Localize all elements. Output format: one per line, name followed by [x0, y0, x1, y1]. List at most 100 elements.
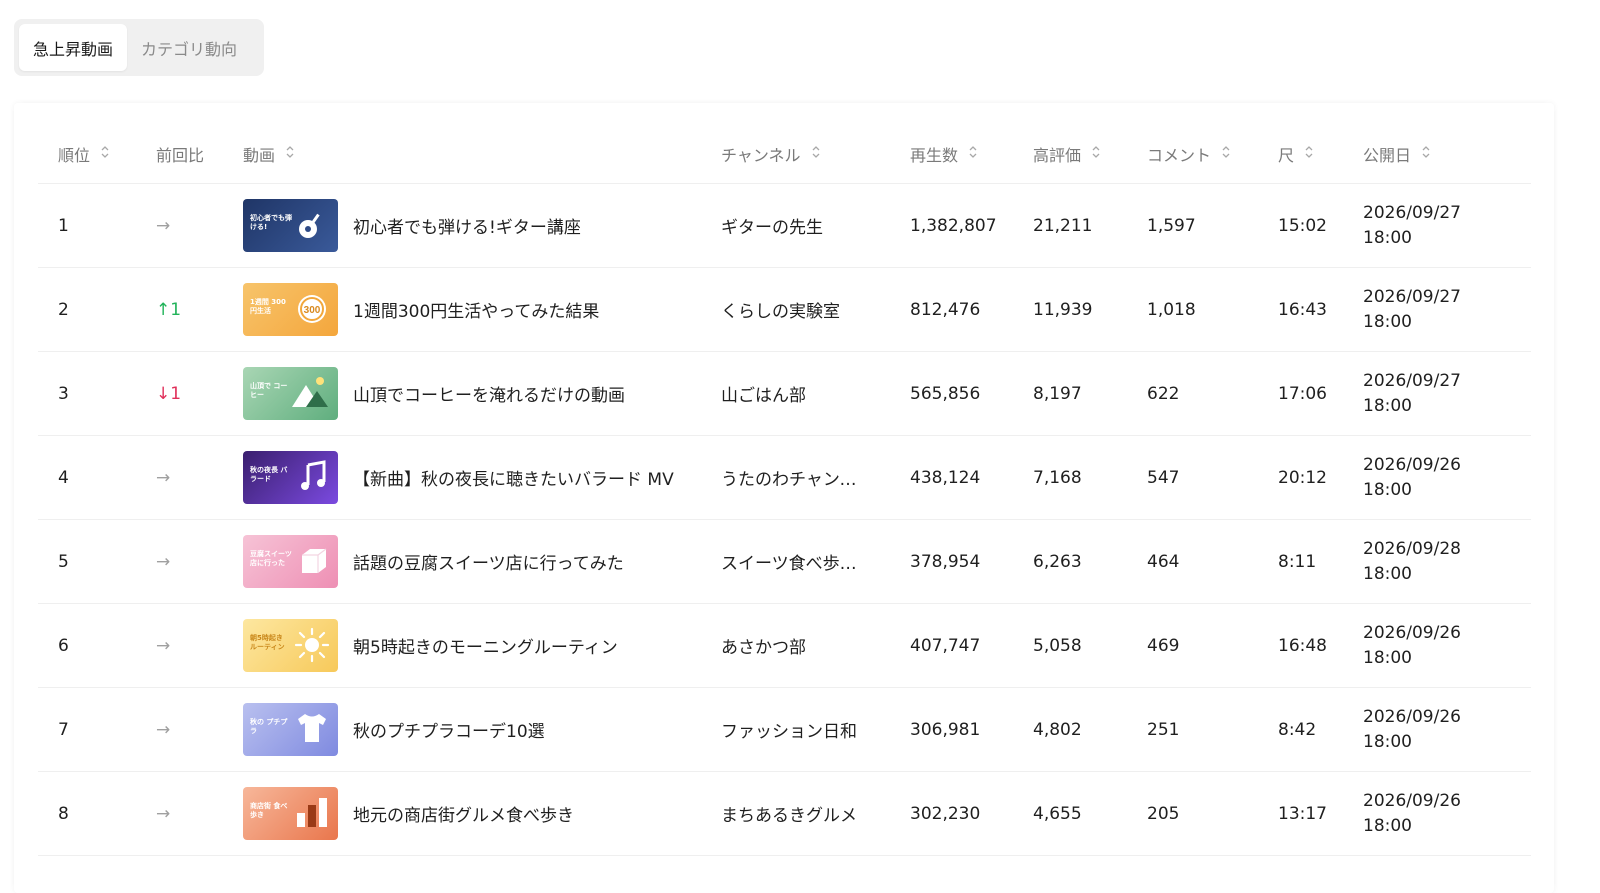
sort-icon[interactable] [1304, 144, 1314, 160]
views-cell: 812,476 [910, 299, 981, 320]
video-title[interactable]: 地元の商店街グルメ食べ歩き [353, 801, 574, 826]
published-time: 18:00 [1363, 395, 1412, 416]
channel-cell[interactable]: うたのわチャンネル [721, 436, 871, 519]
rank-cell: 3 [58, 383, 69, 404]
video-thumbnail[interactable]: 朝5時起き ルーティン [243, 619, 338, 672]
duration-cell: 8:42 [1278, 719, 1317, 740]
table-row[interactable]: 7 → 秋の プチプラ 秋のプチプラコーデ10選 ファッション日和 306,98… [38, 688, 1531, 772]
delta-cell: → [156, 436, 170, 519]
delta-cell: ↓1 [156, 352, 181, 435]
column-channel[interactable]: チャンネル [721, 125, 821, 183]
column-likes[interactable]: 高評価 [1033, 125, 1101, 183]
tab-trending[interactable]: 急上昇動画 [19, 24, 128, 71]
duration-cell: 13:17 [1278, 803, 1327, 824]
thumbnail-caption: 商店街 食べ歩き [250, 802, 288, 819]
column-delta: 前回比 [156, 125, 204, 183]
table-row[interactable]: 1 → 初心者でも弾ける! 初心者でも弾ける!ギター講座 ギターの先生 1,38… [38, 184, 1531, 268]
video-title[interactable]: 秋のプチプラコーデ10選 [353, 717, 545, 742]
published-date: 2026/09/26 [1363, 790, 1461, 811]
channel-name[interactable]: 山ごはん部 [721, 381, 806, 406]
table-row[interactable]: 6 → 朝5時起き ルーティン 朝5時起きのモーニングルーティン あさかつ部 4… [38, 604, 1531, 688]
sort-icon[interactable] [1421, 144, 1431, 160]
video-title[interactable]: 【新曲】秋の夜長に聴きたいバラード MV [353, 465, 674, 490]
video-thumbnail[interactable]: 初心者でも弾ける! [243, 199, 338, 252]
duration-cell: 20:12 [1278, 467, 1327, 488]
column-rank[interactable]: 順位 [58, 125, 110, 183]
published-date: 2026/09/27 [1363, 370, 1461, 391]
column-published[interactable]: 公開日 [1363, 125, 1431, 183]
video-cell[interactable]: 朝5時起き ルーティン 朝5時起きのモーニングルーティン [243, 604, 618, 687]
comments-cell: 622 [1147, 383, 1180, 404]
video-thumbnail[interactable]: 山頂で コーヒー [243, 367, 338, 420]
video-cell[interactable]: 秋の プチプラ 秋のプチプラコーデ10選 [243, 688, 545, 771]
table-row[interactable]: 2 ↑1 1週間 300円生活 300 1週間300円生活やってみた結果 くらし… [38, 268, 1531, 352]
view-tabs: 急上昇動画 カテゴリ動向 [14, 19, 264, 76]
table-row[interactable]: 5 → 豆腐スイーツ 店に行った 話題の豆腐スイーツ店に行ってみた スイーツ食べ… [38, 520, 1531, 604]
channel-name[interactable]: まちあるきグルメ [721, 801, 857, 826]
video-cell[interactable]: 1週間 300円生活 300 1週間300円生活やってみた結果 [243, 268, 599, 351]
video-cell[interactable]: 商店街 食べ歩き 地元の商店街グルメ食べ歩き [243, 772, 574, 855]
video-title[interactable]: 話題の豆腐スイーツ店に行ってみた [353, 549, 624, 574]
column-comments[interactable]: コメント [1147, 125, 1231, 183]
likes-cell: 4,655 [1033, 803, 1082, 824]
channel-cell[interactable]: 山ごはん部 [721, 352, 806, 435]
rank-change-indicator: → [156, 635, 171, 656]
likes-cell: 21,211 [1033, 215, 1093, 236]
sort-icon[interactable] [1091, 144, 1101, 160]
channel-name[interactable]: うたのわチャンネル [721, 465, 871, 490]
video-cell[interactable]: 秋の夜長 バラード 【新曲】秋の夜長に聴きたいバラード MV [243, 436, 674, 519]
column-label: 前回比 [156, 146, 205, 165]
comments-cell: 1,018 [1147, 299, 1196, 320]
sort-icon[interactable] [285, 144, 295, 160]
channel-cell[interactable]: ギターの先生 [721, 184, 823, 267]
comments-cell: 464 [1147, 551, 1180, 572]
channel-cell[interactable]: くらしの実験室 [721, 268, 840, 351]
likes-cell: 4,802 [1033, 719, 1082, 740]
table-row[interactable]: 4 → 秋の夜長 バラード 【新曲】秋の夜長に聴きたいバラード MV うたのわチ… [38, 436, 1531, 520]
video-thumbnail[interactable]: 秋の プチプラ [243, 703, 338, 756]
column-views[interactable]: 再生数 [910, 125, 978, 183]
sort-icon[interactable] [968, 144, 978, 160]
video-thumbnail[interactable]: 1週間 300円生活 300 [243, 283, 338, 336]
channel-name[interactable]: ギターの先生 [721, 213, 823, 238]
video-title[interactable]: 1週間300円生活やってみた結果 [353, 297, 599, 322]
video-cell[interactable]: 山頂で コーヒー 山頂でコーヒーを淹れるだけの動画 [243, 352, 625, 435]
column-duration[interactable]: 尺 [1278, 125, 1314, 183]
published-cell: 2026/09/26 18:00 [1363, 772, 1461, 855]
channel-name[interactable]: あさかつ部 [721, 633, 806, 658]
views-cell: 1,382,807 [910, 215, 997, 236]
published-time: 18:00 [1363, 479, 1412, 500]
video-title[interactable]: 朝5時起きのモーニングルーティン [353, 633, 618, 658]
rank-change-indicator: ↑1 [156, 299, 182, 320]
rank-cell: 7 [58, 719, 69, 740]
rank-cell: 2 [58, 299, 69, 320]
sort-icon[interactable] [100, 144, 110, 160]
column-label: 高評価 [1033, 146, 1082, 165]
video-thumbnail[interactable]: 秋の夜長 バラード [243, 451, 338, 504]
sort-icon[interactable] [811, 144, 821, 160]
channel-cell[interactable]: あさかつ部 [721, 604, 806, 687]
table-row[interactable]: 8 → 商店街 食べ歩き 地元の商店街グルメ食べ歩き まちあるきグルメ 302,… [38, 772, 1531, 856]
channel-cell[interactable]: スイーツ食べ歩き… [721, 520, 871, 603]
channel-cell[interactable]: ファッション日和 [721, 688, 857, 771]
video-thumbnail[interactable]: 豆腐スイーツ 店に行った [243, 535, 338, 588]
likes-cell: 8,197 [1033, 383, 1082, 404]
column-label: コメント [1147, 146, 1212, 165]
video-thumbnail[interactable]: 商店街 食べ歩き [243, 787, 338, 840]
likes-cell: 7,168 [1033, 467, 1082, 488]
published-date: 2026/09/27 [1363, 202, 1461, 223]
channel-name[interactable]: ファッション日和 [721, 717, 857, 742]
duration-cell: 16:48 [1278, 635, 1327, 656]
tab-category-trends[interactable]: カテゴリ動向 [127, 24, 251, 71]
channel-cell[interactable]: まちあるきグルメ [721, 772, 857, 855]
published-cell: 2026/09/27 18:00 [1363, 268, 1461, 351]
column-video[interactable]: 動画 [243, 125, 295, 183]
video-cell[interactable]: 初心者でも弾ける! 初心者でも弾ける!ギター講座 [243, 184, 581, 267]
sort-icon[interactable] [1221, 144, 1231, 160]
video-cell[interactable]: 豆腐スイーツ 店に行った 話題の豆腐スイーツ店に行ってみた [243, 520, 624, 603]
video-title[interactable]: 山頂でコーヒーを淹れるだけの動画 [353, 381, 625, 406]
video-title[interactable]: 初心者でも弾ける!ギター講座 [353, 213, 581, 238]
channel-name[interactable]: くらしの実験室 [721, 297, 840, 322]
channel-name[interactable]: スイーツ食べ歩き… [721, 549, 871, 574]
table-row[interactable]: 3 ↓1 山頂で コーヒー 山頂でコーヒーを淹れるだけの動画 山ごはん部 565… [38, 352, 1531, 436]
